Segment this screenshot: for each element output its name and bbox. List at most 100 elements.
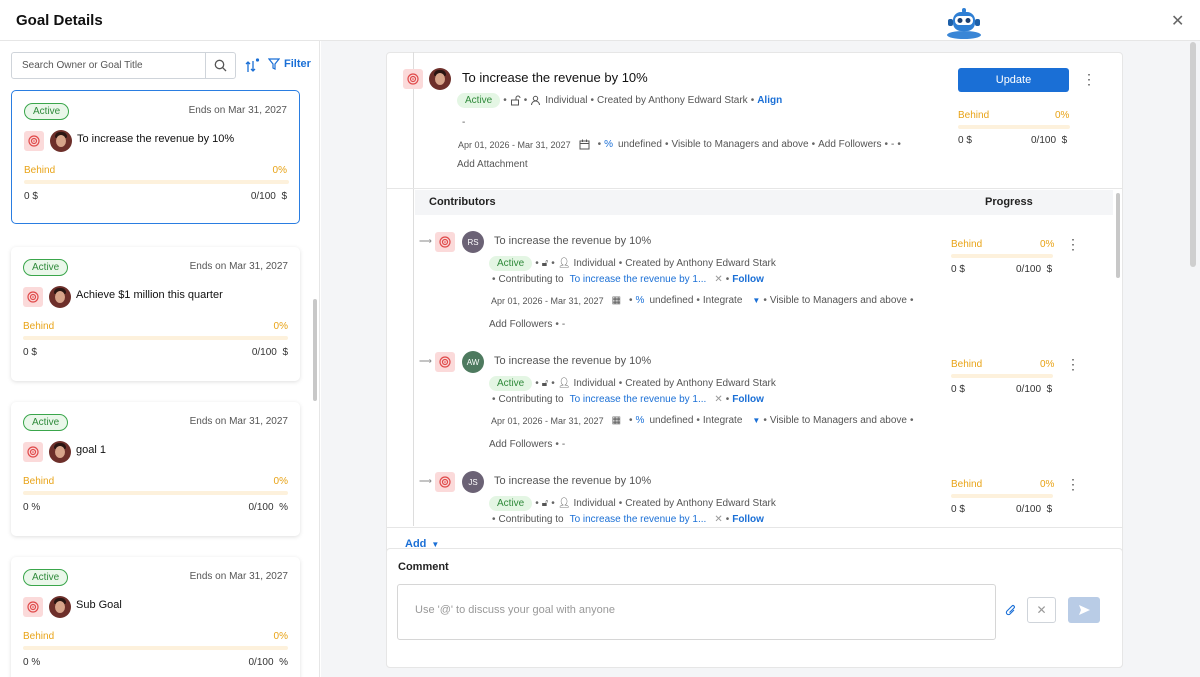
user-icon: 👤︎ xyxy=(557,258,571,269)
calendar-icon[interactable] xyxy=(579,139,590,150)
status-badge: Active xyxy=(457,93,501,108)
search-icon[interactable] xyxy=(205,53,235,78)
target-value: 0/100 $ xyxy=(251,347,288,358)
status-badge: Active xyxy=(489,376,533,391)
goal-title: goal 1 xyxy=(76,444,106,456)
filter-button[interactable]: Filter xyxy=(268,58,311,70)
avatar xyxy=(50,130,72,152)
contributors-scrollbar[interactable] xyxy=(1116,193,1120,278)
end-date: Ends on Mar 31, 2027 xyxy=(188,105,287,116)
page-scrollbar[interactable] xyxy=(1190,42,1196,267)
goal-list-panel: Filter Active Ends on Mar 31, 2027 To in… xyxy=(0,41,320,677)
comment-input[interactable] xyxy=(398,585,995,639)
progress-percent: 0% xyxy=(1040,239,1055,250)
goal-card[interactable]: Active Ends on Mar 31, 2027 Sub Goal Beh… xyxy=(11,557,300,677)
contributing-to-label: Contributing to xyxy=(498,514,564,525)
parent-goal-link[interactable]: To increase the revenue by 1... xyxy=(570,514,707,525)
integrate-dropdown[interactable]: Integrate xyxy=(703,415,742,426)
contributor-goal-title: To increase the revenue by 10% xyxy=(494,475,652,487)
progress-status: Behind xyxy=(23,631,55,642)
follow-link[interactable]: Follow xyxy=(732,274,764,285)
follow-link[interactable]: Follow xyxy=(732,514,764,525)
send-comment-button[interactable] xyxy=(1068,597,1100,623)
attachment-icon[interactable] xyxy=(1005,604,1017,621)
target-value: 0/100 $ xyxy=(250,191,287,202)
add-followers-link[interactable]: Add Followers xyxy=(489,319,552,330)
goal-target-icon xyxy=(435,232,455,252)
sort-icon[interactable] xyxy=(243,57,261,75)
current-value: 0 $ xyxy=(951,384,965,395)
more-options-icon[interactable]: ⋮ xyxy=(1066,477,1080,491)
more-options-icon[interactable]: ⋮ xyxy=(1082,72,1096,86)
goal-type: Individual xyxy=(573,498,616,509)
remove-icon[interactable]: ✕ xyxy=(714,514,722,525)
tree-branch-icon: ⟶ xyxy=(419,476,432,486)
current-value: 0 % xyxy=(23,502,41,513)
progress-percent: 0% xyxy=(273,476,288,487)
divider xyxy=(386,188,1123,189)
parent-goal-link[interactable]: To increase the revenue by 1... xyxy=(570,394,707,405)
target-value: 0/100 $ xyxy=(1016,504,1053,515)
calendar-icon[interactable]: ▦ xyxy=(612,415,621,426)
current-value: 0 $ xyxy=(24,191,38,202)
add-followers-link[interactable]: Add Followers xyxy=(489,439,552,450)
percent-icon: % xyxy=(604,139,613,150)
goal-card[interactable]: Active Ends on Mar 31, 2027 To increase … xyxy=(11,90,300,224)
end-date: Ends on Mar 31, 2027 xyxy=(189,571,288,582)
chevron-down-icon[interactable]: ▼ xyxy=(752,416,760,425)
parent-goal-link[interactable]: To increase the revenue by 1... xyxy=(570,274,707,285)
progress-status: Behind xyxy=(23,476,55,487)
contributor-meta-row: Active • 🔓︎ • 👤︎ Individual • Created by An… xyxy=(489,376,776,391)
followers-value: - xyxy=(561,439,566,450)
add-attachment-link[interactable]: Add Attachment xyxy=(457,159,528,170)
comment-heading: Comment xyxy=(398,561,449,573)
search-input[interactable] xyxy=(12,53,207,78)
progress-status: Behind xyxy=(951,359,983,370)
remove-icon[interactable]: ✕ xyxy=(714,394,722,405)
progress-status: Behind xyxy=(951,239,983,250)
update-button[interactable]: Update xyxy=(958,68,1069,92)
avatar xyxy=(49,596,71,618)
measure-value: undefined xyxy=(649,415,694,426)
goal-target-icon xyxy=(435,472,455,492)
progress-column: Progress xyxy=(985,196,1033,208)
progress-percent: 0% xyxy=(273,631,288,642)
goal-target-icon xyxy=(435,352,455,372)
follow-link[interactable]: Follow xyxy=(732,394,764,405)
avatar xyxy=(429,68,451,90)
goal-dates: Apr 01, 2026 - Mar 31, 2027 xyxy=(491,295,604,306)
contributor-meta-row: Active • 🔓︎ • 👤︎ Individual • Created by An… xyxy=(489,496,776,511)
status-badge: Active xyxy=(24,103,70,120)
goal-target-icon xyxy=(23,287,43,307)
cancel-comment-button[interactable]: ✕ xyxy=(1027,597,1056,623)
integrate-dropdown[interactable]: Integrate xyxy=(703,295,742,306)
lock-icon: 🔓︎ xyxy=(541,498,549,509)
close-icon: ✕ xyxy=(1036,603,1047,617)
remove-icon[interactable]: ✕ xyxy=(714,274,722,285)
created-by: Created by Anthony Edward Stark xyxy=(625,498,776,509)
assistant-bot-icon[interactable] xyxy=(944,6,984,40)
more-options-icon[interactable]: ⋮ xyxy=(1066,237,1080,251)
more-options-icon[interactable]: ⋮ xyxy=(1066,357,1080,371)
measure-value: undefined xyxy=(649,295,694,306)
list-scrollbar[interactable] xyxy=(313,299,317,401)
goal-card[interactable]: Active Ends on Mar 31, 2027 goal 1 Behin… xyxy=(11,402,300,536)
page-title: Goal Details xyxy=(16,12,103,29)
progress-percent: 0% xyxy=(273,321,288,332)
align-link[interactable]: Align xyxy=(757,95,782,106)
goal-card[interactable]: Active Ends on Mar 31, 2027 Achieve $1 m… xyxy=(11,247,300,381)
percent-icon: % xyxy=(635,415,645,426)
filter-icon xyxy=(268,58,280,70)
progress-bar xyxy=(23,491,288,495)
add-followers-link[interactable]: Add Followers xyxy=(818,139,881,150)
lock-icon: 🔓︎ xyxy=(541,258,549,269)
chevron-down-icon[interactable]: ▼ xyxy=(752,296,760,305)
avatar: JS xyxy=(462,471,484,493)
status-badge: Active xyxy=(489,496,533,511)
progress-bar xyxy=(24,180,289,184)
close-icon[interactable]: ✕ xyxy=(1171,11,1184,31)
add-followers-row: Add Followers • - xyxy=(489,319,566,330)
goal-target-icon xyxy=(23,597,43,617)
calendar-icon[interactable]: ▦ xyxy=(612,295,621,306)
progress-bar xyxy=(951,374,1053,378)
